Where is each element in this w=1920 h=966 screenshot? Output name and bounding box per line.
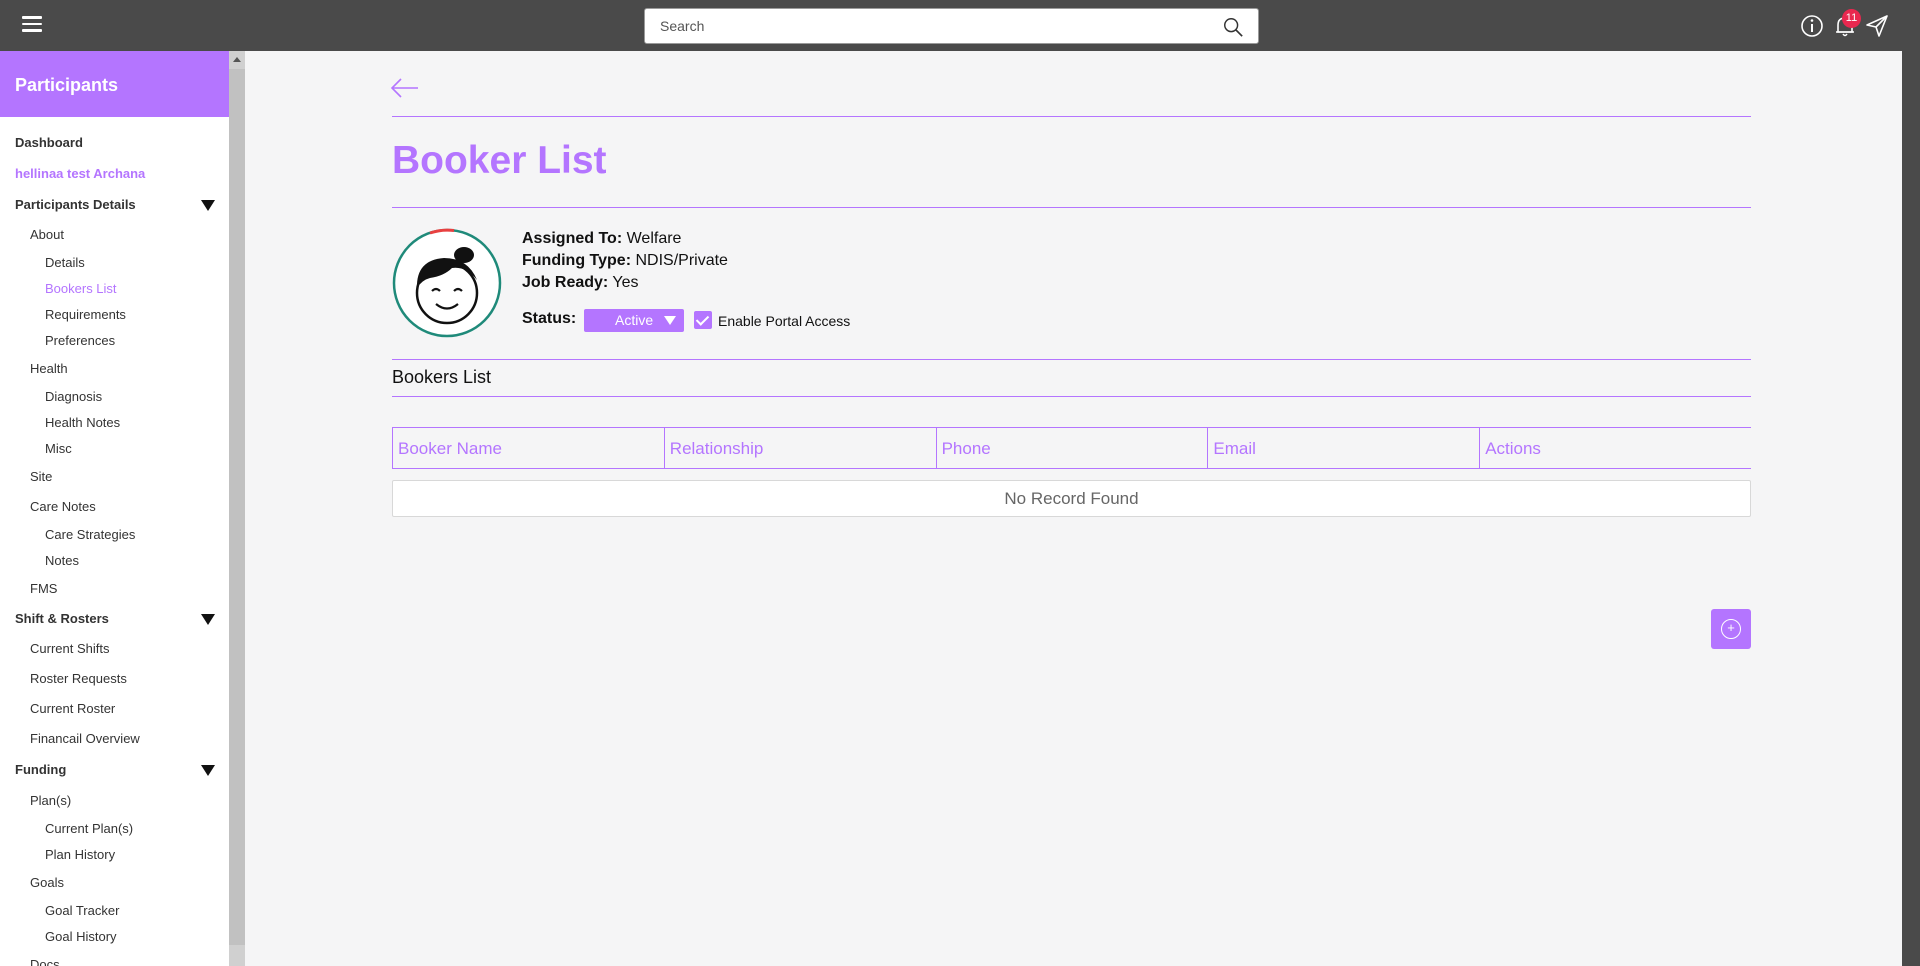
sidebar-item-goal-tracker[interactable]: Goal Tracker	[45, 903, 119, 918]
divider	[392, 207, 1751, 208]
portal-access-checkbox[interactable]	[694, 311, 712, 329]
sidebar-item-health[interactable]: Health	[30, 361, 68, 376]
column-header[interactable]: Booker Name	[392, 428, 664, 468]
caret-down-icon[interactable]	[201, 200, 215, 211]
sidebar-item-plans[interactable]: Plan(s)	[30, 793, 71, 808]
info-icon[interactable]	[1799, 13, 1825, 39]
job-ready-value: Yes	[612, 274, 639, 291]
sidebar-item-current-shifts[interactable]: Current Shifts	[30, 641, 109, 656]
sidebar-item-current-roster[interactable]: Current Roster	[30, 701, 115, 716]
column-header[interactable]: Relationship	[663, 428, 936, 468]
sidebar-item-bookers-list[interactable]: Bookers List	[45, 281, 117, 296]
job-ready-label: Job Ready:	[522, 274, 609, 291]
assigned-to-label: Assigned To:	[522, 230, 623, 247]
status-label: Status:	[522, 310, 577, 327]
search-box[interactable]	[644, 8, 1259, 44]
top-bar: 11	[0, 0, 1920, 51]
chevron-down-icon	[664, 316, 676, 325]
search-icon[interactable]	[1222, 16, 1244, 38]
plus-icon: +	[1721, 619, 1741, 639]
right-edge-strip	[1902, 51, 1920, 966]
menu-icon[interactable]	[22, 16, 42, 32]
divider	[392, 116, 1751, 117]
sidebar-item-roster-requests[interactable]: Roster Requests	[30, 671, 127, 686]
sidebar-item-current-plans[interactable]: Current Plan(s)	[45, 821, 133, 836]
sidebar-item-misc[interactable]: Misc	[45, 441, 72, 456]
funding-type-label: Funding Type:	[522, 252, 632, 269]
sidebar-item-financial-overview[interactable]: Financail Overview	[30, 731, 140, 746]
sidebar-item-docs[interactable]: Docs	[30, 957, 60, 966]
assigned-to-row: Assigned To: Welfare	[522, 230, 681, 248]
sidebar-item-plan-history[interactable]: Plan History	[45, 847, 115, 862]
sidebar-item-site[interactable]: Site	[30, 469, 52, 484]
sidebar-item-notes[interactable]: Notes	[45, 553, 79, 568]
sidebar-item-shift-rosters[interactable]: Shift & Rosters	[15, 611, 109, 626]
status-select[interactable]: Active	[584, 309, 684, 332]
sidebar-item-requirements[interactable]: Requirements	[45, 307, 126, 322]
funding-type-row: Funding Type: NDIS/Private	[522, 252, 728, 270]
table-header: Booker Name Relationship Phone Email Act…	[392, 427, 1751, 469]
back-arrow-icon[interactable]	[390, 77, 420, 99]
sidebar-item-dashboard[interactable]: Dashboard	[15, 135, 83, 150]
assigned-to-value: Welfare	[626, 230, 682, 247]
sidebar-item-participant-name[interactable]: hellinaa test Archana	[15, 166, 145, 181]
notification-badge: 11	[1842, 9, 1861, 28]
sidebar: Participants Dashboard hellinaa test Arc…	[0, 51, 229, 966]
sidebar-item-about[interactable]: About	[30, 227, 64, 242]
sidebar-item-goals[interactable]: Goals	[30, 875, 64, 890]
sidebar-item-details[interactable]: Details	[45, 255, 85, 270]
sidebar-item-goal-history[interactable]: Goal History	[45, 929, 117, 944]
status-value: Active	[615, 312, 654, 328]
scrollbar-thumb[interactable]	[229, 69, 245, 945]
scroll-up-icon[interactable]	[233, 57, 241, 62]
divider	[392, 359, 1751, 360]
sidebar-item-care-notes[interactable]: Care Notes	[30, 499, 96, 514]
sidebar-item-participants-details[interactable]: Participants Details	[15, 197, 136, 212]
caret-down-icon[interactable]	[201, 765, 215, 776]
empty-state: No Record Found	[392, 480, 1751, 517]
send-icon[interactable]	[1864, 13, 1890, 39]
sidebar-item-care-strategies[interactable]: Care Strategies	[45, 527, 135, 542]
sidebar-item-health-notes[interactable]: Health Notes	[45, 415, 120, 430]
section-title: Bookers List	[392, 367, 492, 387]
job-ready-row: Job Ready: Yes	[522, 274, 639, 292]
column-header[interactable]: Email	[1207, 428, 1479, 468]
caret-down-icon[interactable]	[201, 614, 215, 625]
sidebar-title: Participants	[0, 51, 229, 117]
portal-access-label: Enable Portal Access	[718, 313, 851, 329]
column-header[interactable]: Phone	[935, 428, 1208, 468]
avatar	[392, 228, 502, 338]
sidebar-item-diagnosis[interactable]: Diagnosis	[45, 389, 102, 404]
divider	[392, 396, 1751, 397]
sidebar-item-funding[interactable]: Funding	[15, 762, 66, 777]
sidebar-scrollbar[interactable]	[229, 51, 245, 966]
column-header[interactable]: Actions	[1479, 428, 1751, 468]
page-title: Booker List	[392, 139, 607, 182]
funding-type-value: NDIS/Private	[635, 252, 728, 269]
sidebar-item-preferences[interactable]: Preferences	[45, 333, 115, 348]
sidebar-item-fms[interactable]: FMS	[30, 581, 57, 596]
search-input[interactable]	[645, 9, 1258, 43]
add-booker-button[interactable]: +	[1711, 609, 1751, 649]
